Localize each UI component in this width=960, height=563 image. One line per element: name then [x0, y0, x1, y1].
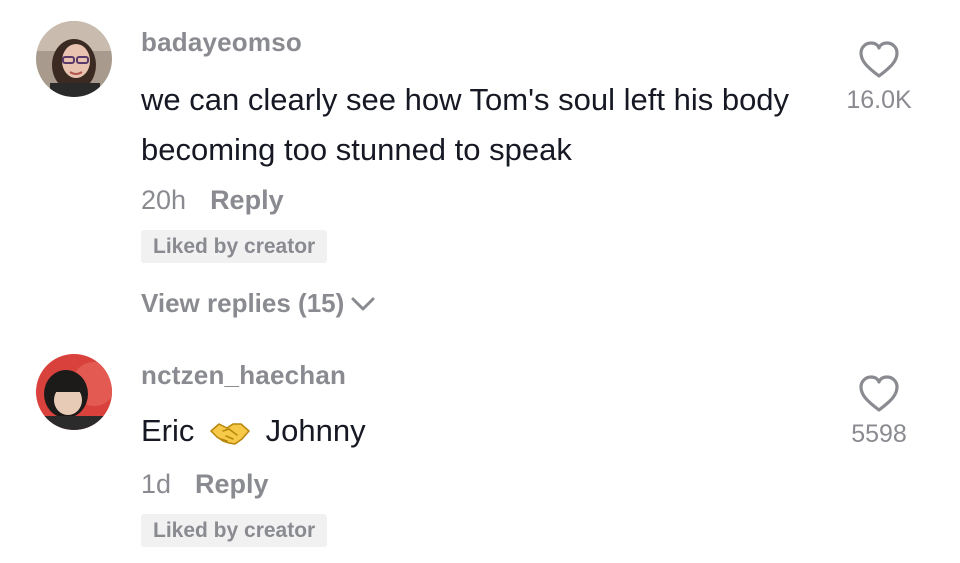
comment-meta: 20h Reply — [141, 185, 284, 216]
avatar-image — [36, 21, 112, 97]
view-replies-button[interactable]: View replies (15) — [141, 288, 376, 319]
timestamp: 1d — [141, 469, 172, 499]
chevron-down-icon — [351, 297, 375, 310]
reply-button[interactable]: Reply — [210, 185, 284, 216]
username[interactable]: nctzen_haechan — [141, 360, 346, 391]
avatar-image — [36, 354, 112, 430]
avatar[interactable] — [36, 21, 112, 97]
comment-text: we can clearly see how Tom's soul left h… — [141, 82, 790, 167]
heart-outline-icon[interactable] — [857, 374, 901, 414]
reply-button[interactable]: Reply — [195, 469, 269, 500]
comment-item: nctzen_haechan Eric Johnny 1d Reply Like… — [0, 340, 960, 563]
comment-text: Eric Johnny — [141, 406, 801, 456]
heart-outline-icon[interactable] — [857, 40, 901, 80]
timestamp: 20h — [141, 185, 187, 215]
comment-item: badayeomso we can clearly see how Tom's … — [0, 0, 960, 340]
avatar[interactable] — [36, 354, 112, 430]
comment-text-after: Johnny — [265, 413, 366, 448]
like-control[interactable]: 5598 — [824, 374, 934, 449]
like-control[interactable]: 16.0K — [824, 40, 934, 115]
like-count: 16.0K — [846, 86, 912, 114]
comment-meta: 1d Reply — [141, 469, 269, 500]
like-count: 5598 — [851, 420, 907, 448]
liked-by-creator-badge: Liked by creator — [141, 514, 328, 547]
comment-text-before: Eric — [141, 413, 195, 448]
handshake-emoji — [210, 423, 250, 445]
view-replies-label: View replies (15) — [141, 288, 345, 318]
username[interactable]: badayeomso — [141, 27, 302, 58]
liked-by-creator-badge: Liked by creator — [141, 230, 328, 263]
